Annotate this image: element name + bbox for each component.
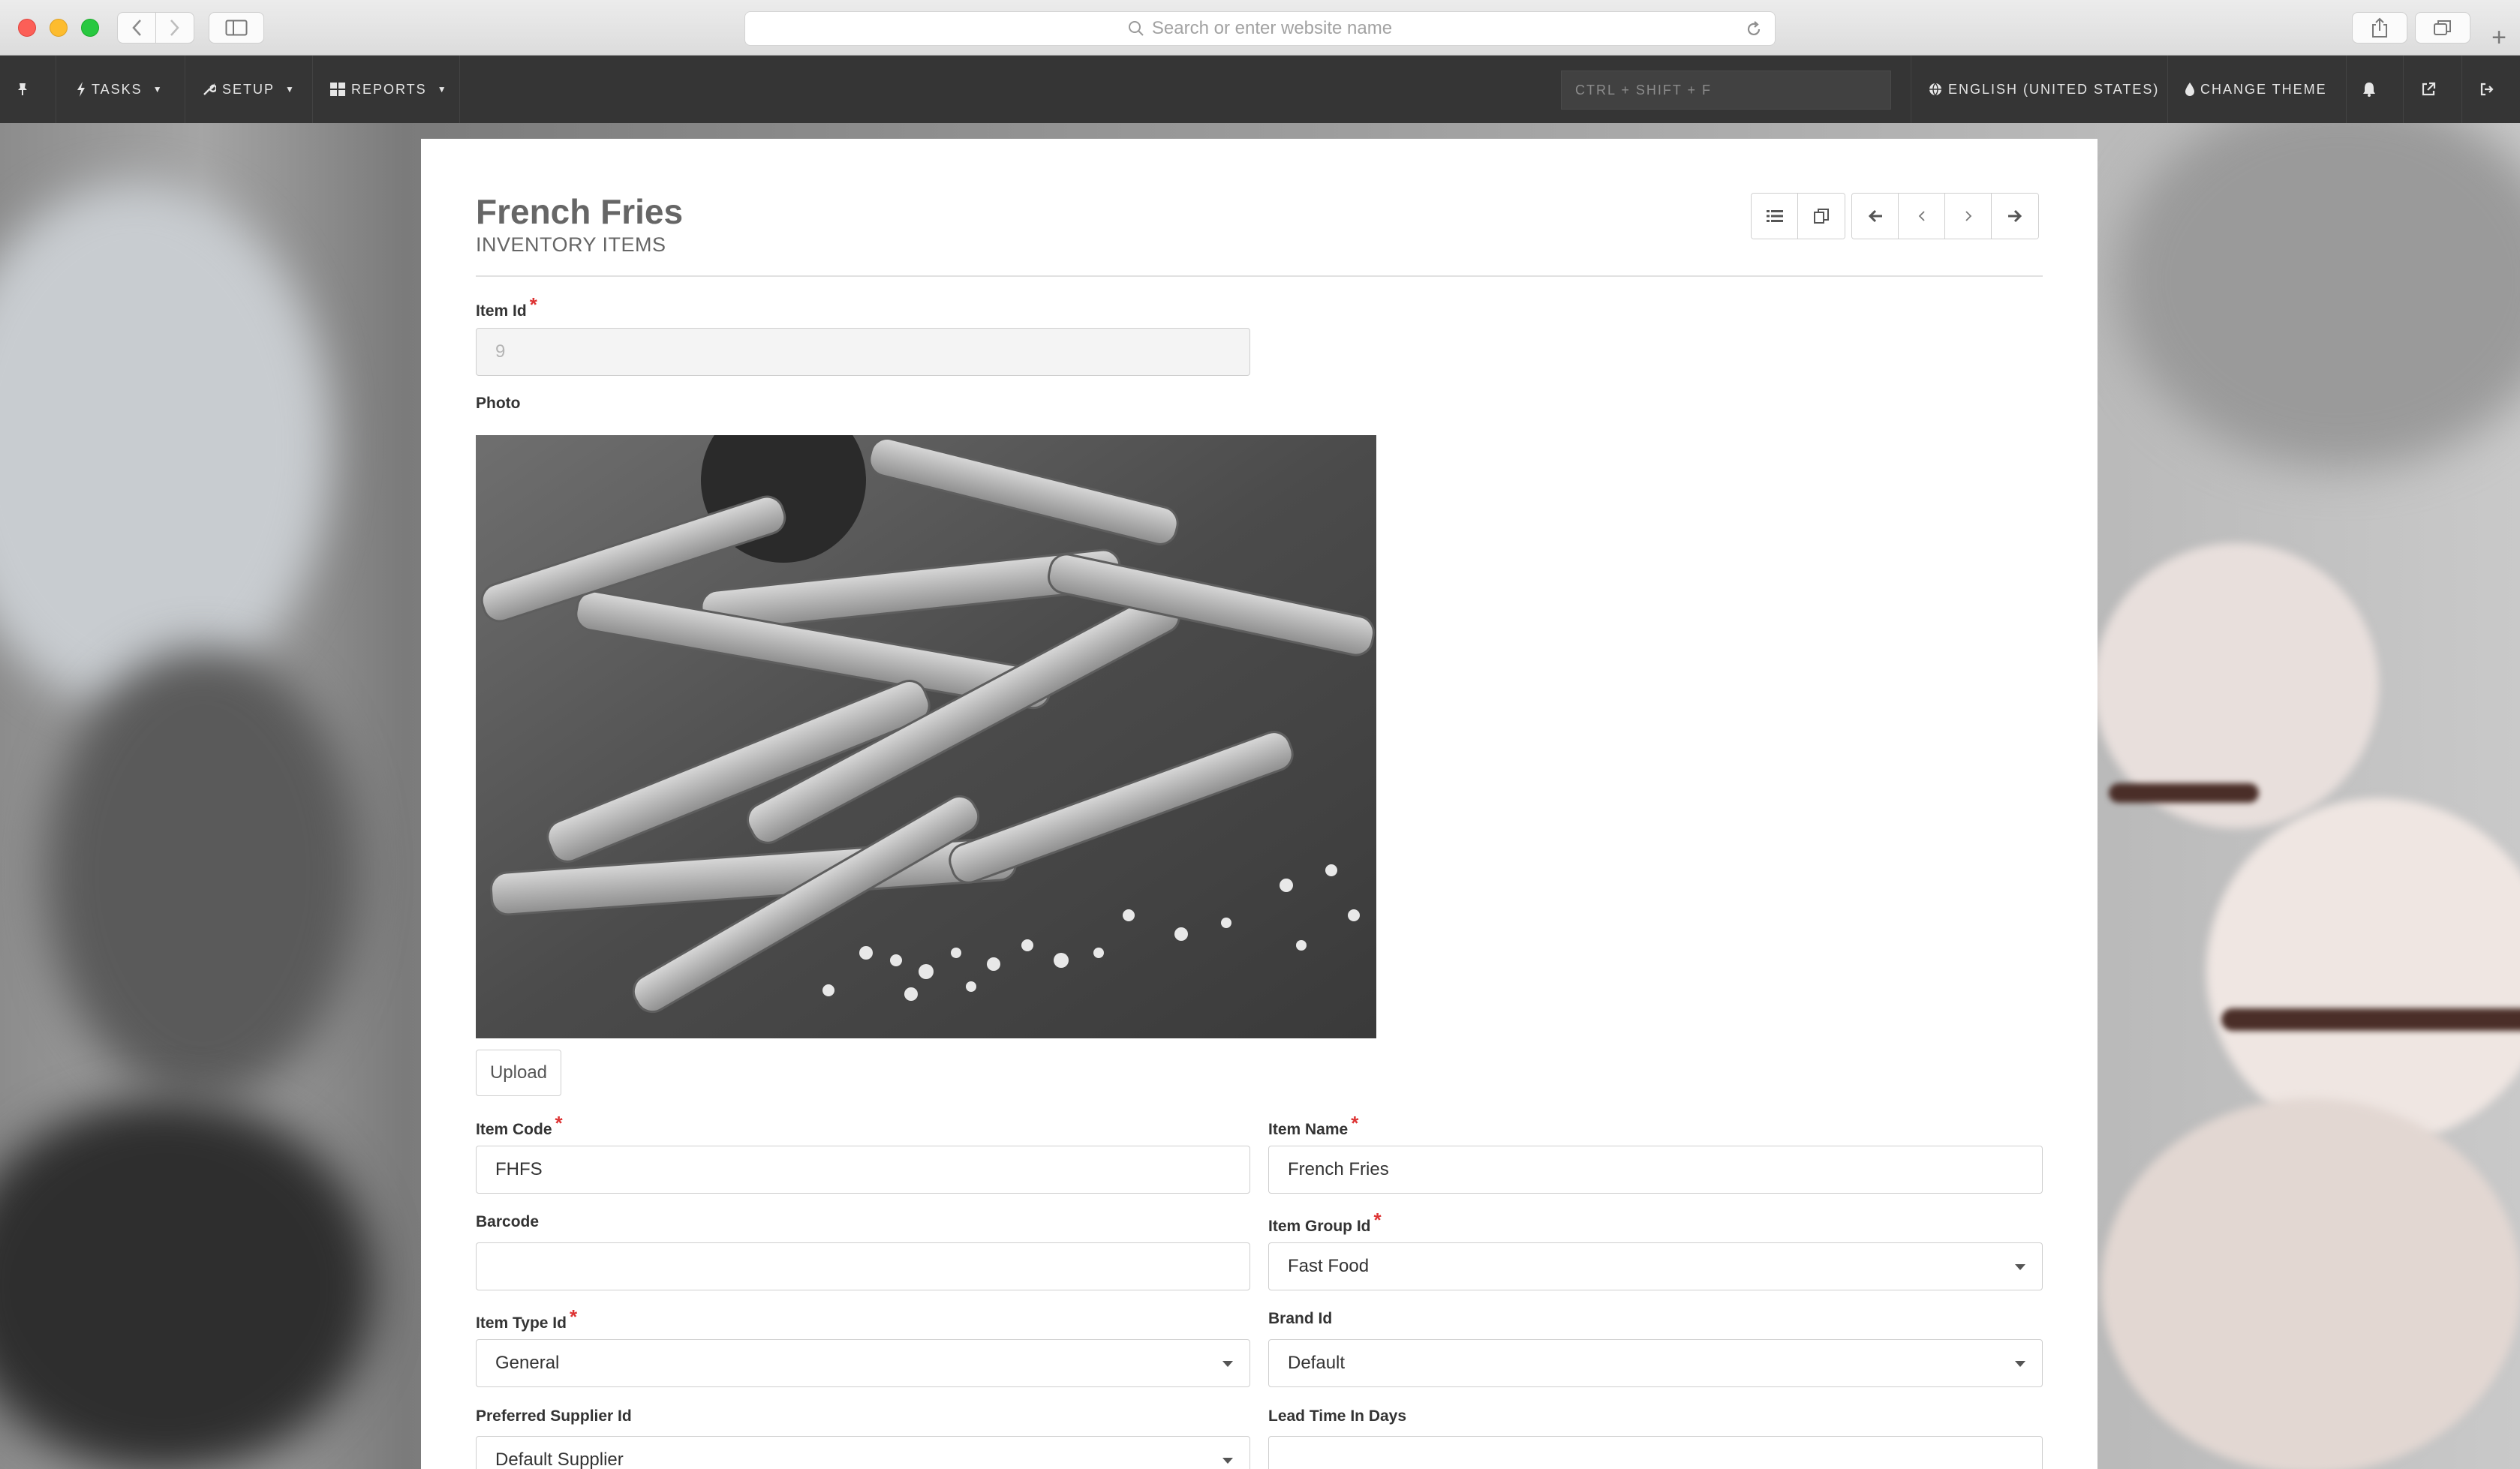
item-name-value: French Fries — [1288, 1159, 1389, 1179]
global-search-placeholder: CTRL + SHIFT + F — [1575, 82, 1713, 98]
dropdown-arrow-icon — [1222, 1458, 1233, 1464]
item-id-field: 9 — [476, 328, 1250, 376]
dropdown-arrow-icon — [1222, 1361, 1233, 1367]
zoom-window-button[interactable] — [81, 19, 99, 37]
tasks-menu[interactable]: TASKS ▼ — [77, 56, 164, 123]
change-theme-button[interactable]: CHANGE THEME — [2185, 56, 2327, 123]
barcode-input[interactable] — [476, 1242, 1250, 1290]
share-icon — [2372, 17, 2387, 38]
item-id-value: 9 — [495, 341, 506, 362]
item-code-value: FHFS — [495, 1159, 543, 1179]
caret-down-icon: ▼ — [437, 84, 448, 95]
notifications-button[interactable] — [2362, 56, 2382, 123]
plus-icon: + — [2491, 23, 2506, 52]
brand-id-value: Default — [1288, 1353, 1346, 1373]
arrow-right-icon — [2008, 209, 2022, 223]
bell-icon — [2363, 83, 2375, 97]
bolt-icon — [77, 82, 85, 97]
reload-icon[interactable] — [1745, 20, 1763, 38]
preferred-supplier-id-value: Default Supplier — [495, 1449, 624, 1469]
item-group-id-label: Item Group Id * — [1268, 1209, 1382, 1235]
forward-button[interactable] — [155, 12, 194, 44]
global-search-input[interactable]: CTRL + SHIFT + F — [1561, 71, 1891, 110]
item-group-id-select[interactable]: Fast Food — [1268, 1242, 2043, 1290]
chevron-right-icon — [1965, 211, 1971, 221]
external-link-icon — [2422, 82, 2436, 96]
new-tab-button[interactable]: + — [2484, 23, 2514, 53]
dropdown-arrow-icon — [2015, 1361, 2025, 1367]
brand-id-select[interactable]: Default — [1268, 1339, 2043, 1387]
record-navigation — [1851, 193, 2039, 239]
preferred-supplier-id-label: Preferred Supplier Id — [476, 1407, 632, 1425]
search-icon — [1128, 21, 1144, 36]
photo-label: Photo — [476, 395, 521, 412]
item-group-id-value: Fast Food — [1288, 1256, 1370, 1276]
reports-label: REPORTS — [351, 81, 427, 97]
tabs-icon — [2434, 20, 2451, 35]
address-placeholder: Search or enter website name — [1151, 18, 1393, 38]
share-button[interactable] — [2352, 12, 2407, 44]
item-id-label: Item Id * — [476, 293, 537, 320]
setup-label: SETUP — [222, 81, 275, 97]
page-title: French Fries — [476, 192, 684, 231]
item-photo — [476, 435, 1376, 1038]
change-theme-label: CHANGE THEME — [2200, 81, 2327, 97]
globe-icon — [1929, 83, 1941, 96]
item-type-id-select[interactable]: General — [476, 1339, 1250, 1387]
sign-out-button[interactable] — [2479, 56, 2500, 123]
grid-icon — [330, 83, 345, 96]
view-toolbar — [1751, 193, 1845, 239]
app-navbar: TASKS ▼ SETUP ▼ REPORTS ▼ CTRL + SHIFT +… — [0, 56, 2520, 123]
tasks-label: TASKS — [92, 81, 143, 97]
lead-time-in-days-label: Lead Time In Days — [1268, 1407, 1407, 1425]
previous-record-button[interactable] — [1899, 194, 1945, 239]
item-type-id-value: General — [495, 1353, 560, 1373]
forward-icon — [170, 20, 179, 36]
sign-out-icon — [2480, 83, 2494, 96]
list-icon — [1766, 210, 1783, 222]
pin-icon — [18, 83, 27, 95]
dropdown-arrow-icon — [2015, 1264, 2025, 1270]
language-selector[interactable]: ENGLISH (UNITED STATES) — [1929, 56, 2159, 123]
wrench-icon — [203, 83, 216, 95]
language-label: ENGLISH (UNITED STATES) — [1948, 81, 2160, 97]
item-code-input[interactable]: FHFS — [476, 1146, 1250, 1194]
barcode-label: Barcode — [476, 1213, 540, 1230]
sidebar-toggle-button[interactable] — [209, 12, 264, 44]
pin-button[interactable] — [17, 56, 35, 123]
tabs-overview-button[interactable] — [2415, 12, 2470, 44]
setup-menu[interactable]: SETUP ▼ — [203, 56, 296, 123]
close-window-button[interactable] — [18, 19, 36, 37]
next-record-button[interactable] — [1945, 194, 1992, 239]
sidebar-icon — [225, 20, 248, 36]
address-bar[interactable]: Search or enter website name — [744, 11, 1776, 46]
item-type-id-label: Item Type Id * — [476, 1305, 578, 1332]
header-divider — [476, 275, 2043, 277]
minimize-window-button[interactable] — [50, 19, 68, 37]
brand-id-label: Brand Id — [1268, 1310, 1333, 1327]
upload-button[interactable]: Upload — [476, 1050, 561, 1096]
item-code-label: Item Code * — [476, 1112, 563, 1138]
item-name-input[interactable]: French Fries — [1268, 1146, 2043, 1194]
first-record-button[interactable] — [1852, 194, 1899, 239]
caret-down-icon: ▼ — [152, 84, 164, 95]
list-view-button[interactable] — [1752, 194, 1798, 239]
preferred-supplier-id-select[interactable]: Default Supplier — [476, 1436, 1250, 1469]
browser-toolbar: Search or enter website name + — [0, 0, 2520, 56]
item-name-label: Item Name * — [1268, 1112, 1359, 1138]
back-button[interactable] — [117, 12, 156, 44]
page-subtitle: INVENTORY ITEMS — [476, 233, 666, 256]
chevron-left-icon — [1918, 211, 1925, 221]
arrow-left-icon — [1868, 209, 1882, 223]
lead-time-in-days-input[interactable] — [1268, 1436, 2043, 1469]
last-record-button[interactable] — [1992, 194, 2038, 239]
reports-menu[interactable]: REPORTS ▼ — [330, 56, 448, 123]
back-icon — [132, 20, 141, 36]
copy-icon — [1814, 209, 1829, 224]
form-panel: French Fries INVENTORY ITEMS Item Id * 9 … — [421, 139, 2097, 1469]
open-external-button[interactable] — [2421, 56, 2442, 123]
duplicate-button[interactable] — [1798, 194, 1845, 239]
droplet-icon — [2185, 83, 2194, 96]
caret-down-icon: ▼ — [285, 84, 296, 95]
